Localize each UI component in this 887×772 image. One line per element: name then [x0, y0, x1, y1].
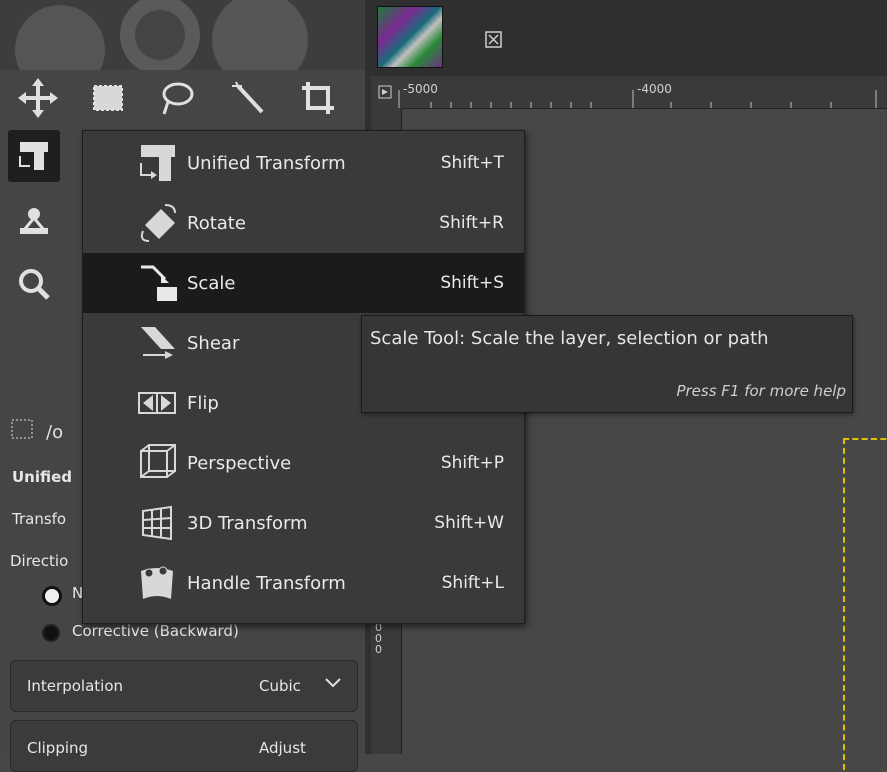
tool-options-tabs[interactable]: /o — [8, 416, 78, 446]
handle-transform-icon — [129, 559, 185, 607]
interpolation-value: Cubic — [259, 677, 301, 695]
3d-transform-icon — [129, 499, 185, 547]
menu-shortcut: Shift+R — [439, 213, 504, 233]
transform-label: Transfo — [12, 510, 67, 528]
menu-shortcut: Shift+L — [441, 573, 504, 593]
tool-options-title: Unified — [12, 468, 73, 486]
horizontal-ruler[interactable]: -5000 -4000 — [371, 76, 887, 109]
close-tab-icon[interactable] — [484, 30, 504, 54]
image-tab-thumbnail[interactable] — [377, 6, 443, 68]
flip-icon — [129, 379, 185, 427]
chevron-down-icon — [323, 673, 343, 697]
svg-text:/o: /o — [46, 422, 63, 443]
zoom-tool-icon[interactable] — [8, 258, 60, 310]
menu-label: Unified Transform — [187, 152, 346, 174]
shear-icon — [129, 319, 185, 367]
menu-shortcut: Shift+W — [434, 513, 504, 533]
menu-item-rotate[interactable]: Rotate Shift+R — [83, 193, 524, 253]
ruler-label-minus5000: -5000 — [403, 82, 438, 96]
tooltip-help: Press F1 for more help — [676, 382, 846, 400]
menu-shortcut: Shift+P — [440, 453, 504, 473]
rect-select-tool-icon[interactable] — [82, 72, 134, 124]
interpolation-label: Interpolation — [27, 677, 123, 695]
menu-label: Rotate — [187, 212, 246, 234]
radio-normal[interactable] — [42, 586, 62, 606]
tooltip-text: Scale Tool: Scale the layer, selection o… — [370, 328, 769, 349]
move-tool-icon[interactable] — [12, 72, 64, 124]
radio-corrective-label: Corrective (Backward) — [72, 622, 239, 640]
menu-label: 3D Transform — [187, 512, 308, 534]
unified-transform-icon — [129, 139, 185, 187]
menu-shortcut: Shift+T — [440, 153, 504, 173]
interpolation-combo[interactable]: Interpolation Cubic — [10, 660, 358, 712]
rotate-icon — [129, 199, 185, 247]
image-tab-bar — [371, 0, 887, 76]
menu-item-3d-transform[interactable]: 3D Transform Shift+W — [83, 493, 524, 553]
clipping-label: Clipping — [27, 739, 89, 757]
unified-transform-tool-icon[interactable] — [8, 130, 60, 182]
ruler-label-minus4000: -4000 — [637, 82, 672, 96]
fuzzy-select-tool-icon[interactable] — [222, 72, 274, 124]
lasso-tool-icon[interactable] — [150, 72, 202, 124]
menu-label: Scale — [187, 272, 236, 294]
menu-label: Handle Transform — [187, 572, 346, 594]
tooltip: Scale Tool: Scale the layer, selection o… — [361, 315, 853, 413]
menu-item-scale[interactable]: Scale Shift+S — [83, 253, 524, 313]
radio-corrective[interactable] — [42, 624, 60, 642]
clipping-value: Adjust — [259, 739, 306, 757]
perspective-icon — [129, 439, 185, 487]
menu-item-perspective[interactable]: Perspective Shift+P — [83, 433, 524, 493]
menu-item-handle-transform[interactable]: Handle Transform Shift+L — [83, 553, 524, 613]
direction-label: Directio — [10, 552, 69, 570]
menu-item-unified-transform[interactable]: Unified Transform Shift+T — [83, 133, 524, 193]
scale-icon — [129, 259, 185, 307]
wilber-banner — [0, 0, 365, 70]
warp-transform-tool-icon[interactable] — [8, 196, 60, 248]
ruler-v-label: 0 0 0 — [375, 621, 382, 656]
wilber-logo — [15, 0, 308, 70]
menu-shortcut: Shift+S — [440, 273, 504, 293]
crop-tool-icon[interactable] — [292, 72, 344, 124]
menu-label: Perspective — [187, 452, 292, 474]
clipping-combo[interactable]: Clipping Adjust — [10, 720, 358, 772]
layer-boundary — [843, 438, 887, 770]
